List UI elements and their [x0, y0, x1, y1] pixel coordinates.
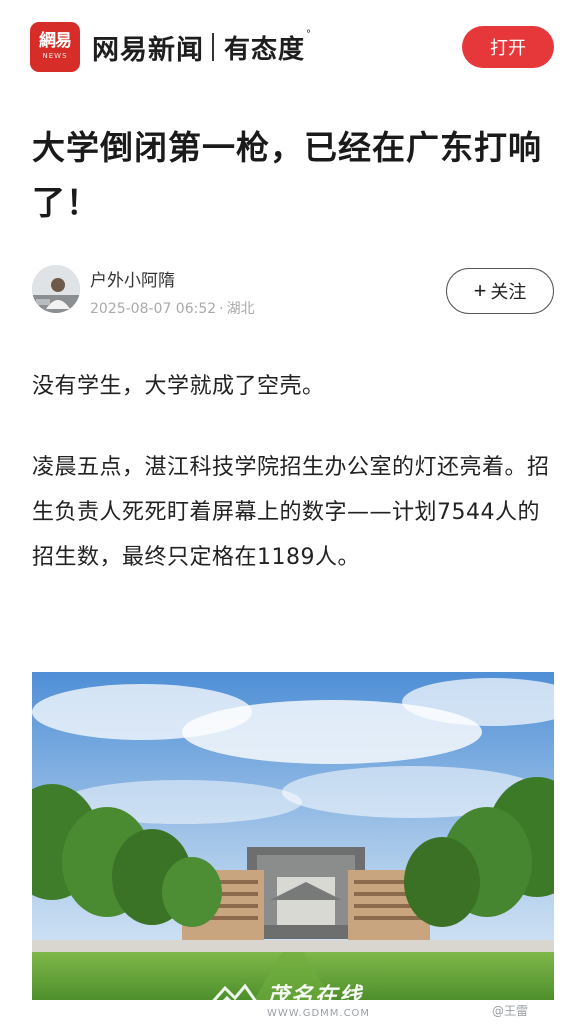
follow-button[interactable]: + 关注 — [446, 268, 554, 314]
weibo-watermark: @王雷 — [492, 1004, 529, 1018]
brand-divider — [212, 33, 214, 61]
logo-text: 網易 — [39, 31, 72, 51]
site-watermark-name: 茂名在线 — [267, 984, 364, 1009]
site-watermark-url: WWW.GDMM.COM — [267, 1008, 371, 1019]
meta-separator: · — [219, 301, 224, 317]
article-paragraph: 没有学生，大学就成了空壳。 — [32, 374, 325, 399]
plus-icon: + — [473, 278, 487, 303]
open-app-button[interactable]: 打开 — [462, 26, 554, 68]
publish-location: 湖北 — [226, 301, 255, 317]
follow-label: 关注 — [490, 282, 527, 302]
brand-slogan: 有态度 — [224, 34, 306, 65]
brand: 网易新闻 有态度 ° — [92, 27, 311, 67]
brand-name: 网易新闻 — [92, 34, 204, 66]
article-paragraph: 凌晨五点，湛江科技学院招生办公室的灯还亮着。招生负责人死死盯着屏幕上的数字——计… — [32, 455, 550, 570]
article-image[interactable] — [32, 672, 554, 1000]
article-meta: 2025-08-07 06:52 · 湖北 — [90, 298, 255, 318]
netease-news-logo[interactable]: 網易 NEWS — [30, 22, 80, 72]
site-watermark-icon — [205, 983, 261, 1008]
registered-mark-icon: ° — [306, 29, 312, 40]
logo-subtext: NEWS — [42, 52, 68, 60]
author-name[interactable]: 户外小阿隋 — [90, 266, 175, 291]
app-header: 網易 NEWS 网易新闻 有态度 ° 打开 — [0, 0, 586, 95]
author-avatar[interactable] — [32, 265, 80, 313]
article-title: 大学倒闭第一枪，已经在广东打响了！ — [32, 128, 542, 222]
publish-datetime: 2025-08-07 06:52 — [90, 301, 217, 317]
